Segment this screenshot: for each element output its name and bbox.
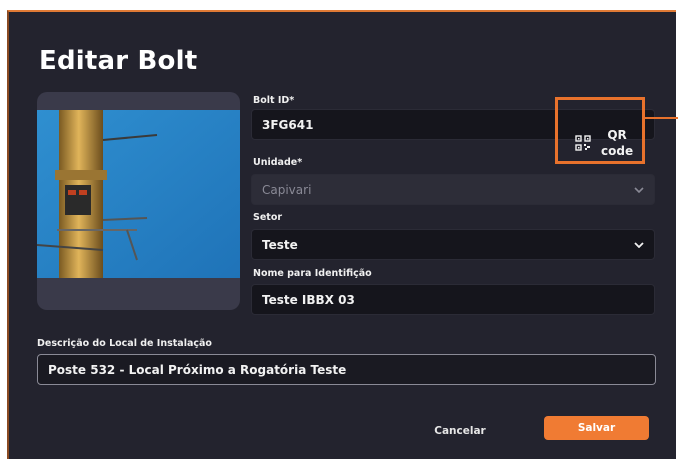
bolt-photo (37, 110, 240, 278)
nome-field[interactable]: Teste IBBX 03 (251, 284, 655, 315)
unidade-label: Unidade* (253, 157, 303, 168)
qr-code-highlight-box (555, 97, 645, 164)
bolt-id-label: Bolt ID* (253, 95, 295, 106)
unidade-value: Capivari (262, 182, 312, 197)
unidade-select[interactable]: Capivari (251, 174, 655, 205)
nome-value: Teste IBBX 03 (262, 292, 355, 307)
descricao-value: Poste 532 - Local Próximo a Rogatória Te… (48, 362, 347, 377)
save-button[interactable]: Salvar (544, 416, 649, 440)
chevron-down-icon (634, 241, 644, 248)
setor-select[interactable]: Teste (251, 229, 655, 260)
edit-bolt-modal: Editar Bolt Bolt ID* 3FG641 QR code Unid… (7, 10, 676, 459)
modal-title: Editar Bolt (39, 46, 198, 76)
cancel-button[interactable]: Cancelar (425, 420, 495, 442)
bolt-id-value: 3FG641 (262, 117, 314, 132)
bolt-photo-card (37, 92, 240, 310)
chevron-down-icon (634, 186, 644, 193)
setor-label: Setor (253, 212, 283, 223)
setor-value: Teste (262, 237, 298, 252)
nome-label: Nome para Identifição (253, 268, 372, 279)
descricao-field[interactable]: Poste 532 - Local Próximo a Rogatória Te… (37, 354, 656, 385)
descricao-label: Descrição do Local de Instalação (37, 338, 212, 349)
